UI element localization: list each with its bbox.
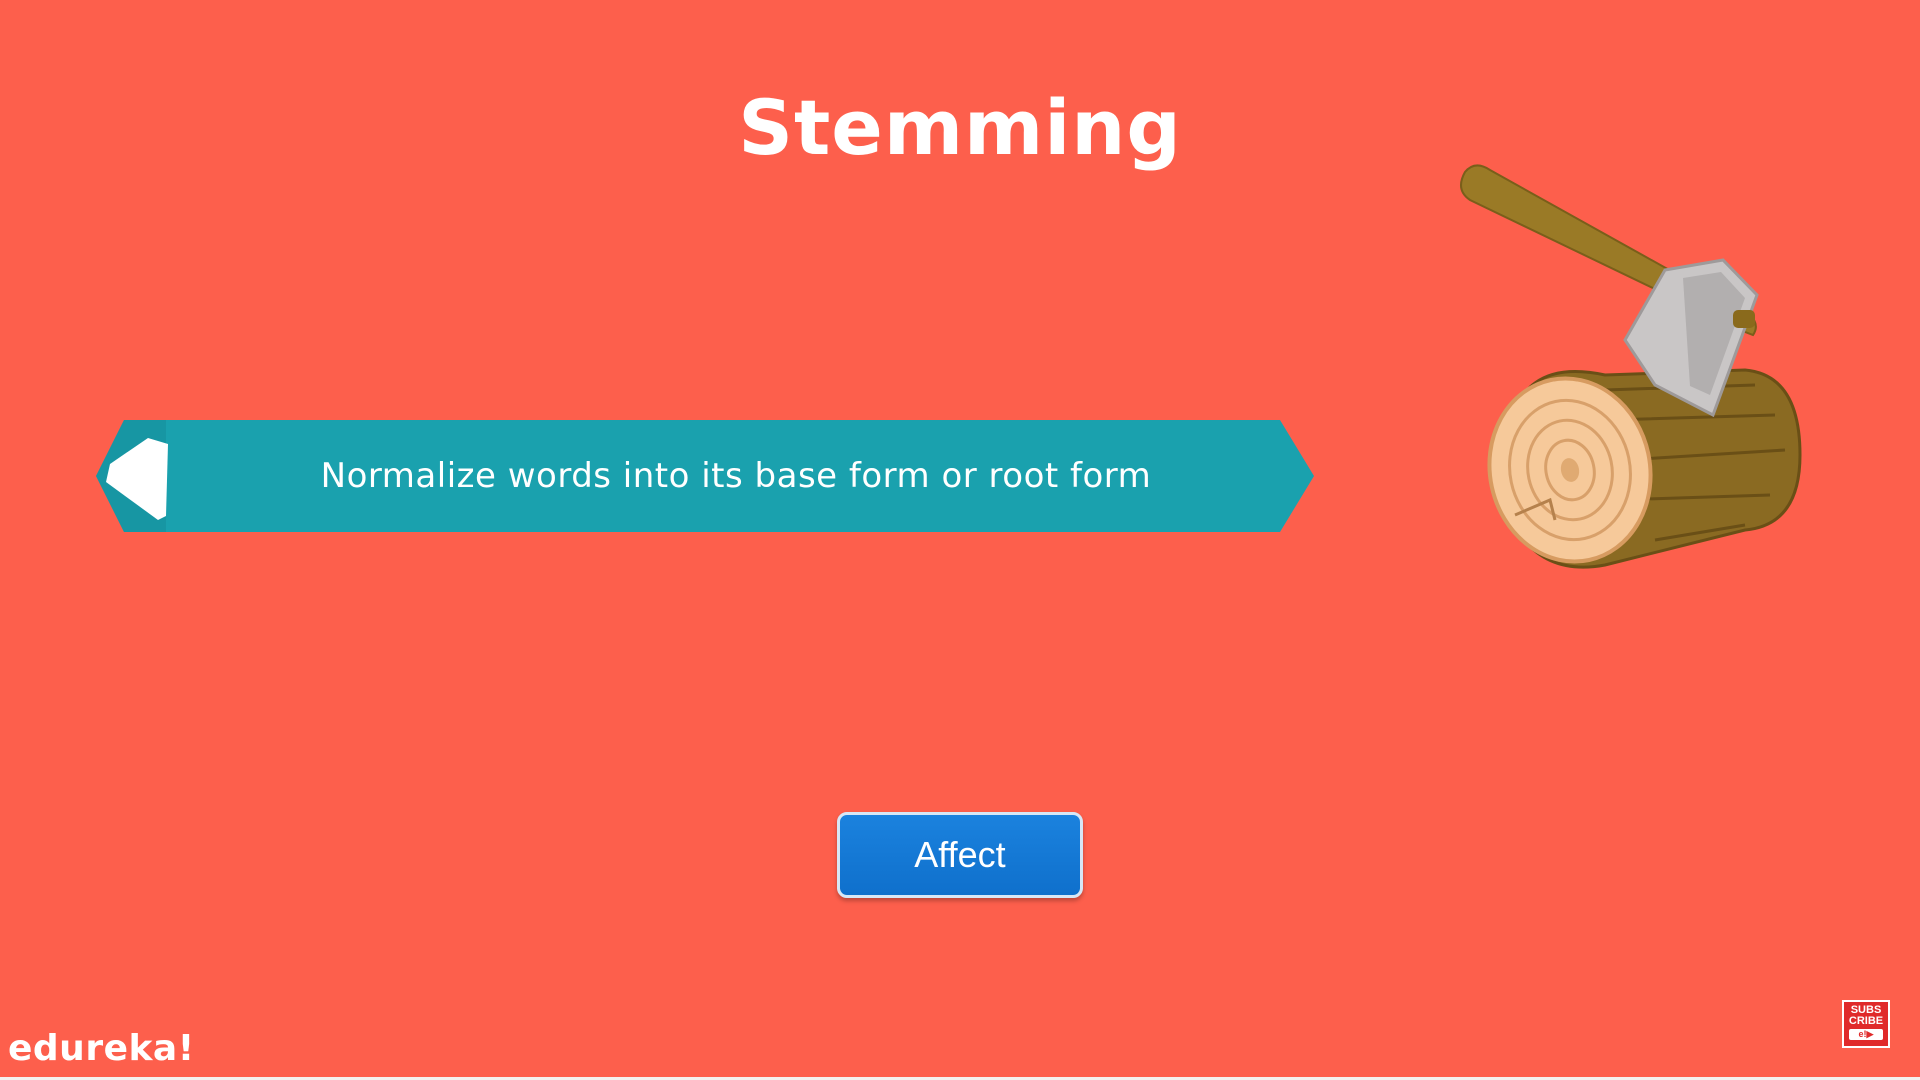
edureka-logo: edureka! — [8, 1028, 195, 1069]
subscribe-button[interactable]: SUBS CRIBE e!▶ — [1842, 1000, 1890, 1048]
definition-banner: Normalize words into its base form or ro… — [96, 420, 1316, 532]
subscribe-line-2: CRIBE — [1848, 1015, 1884, 1027]
axe-in-log-icon — [1455, 160, 1815, 580]
subscribe-play-icon: e!▶ — [1849, 1029, 1883, 1040]
banner-text: Normalize words into its base form or ro… — [320, 456, 1152, 496]
affect-button[interactable]: Affect — [837, 812, 1083, 898]
slide-canvas: Stemming Normalize words into its base f… — [0, 0, 1920, 1077]
